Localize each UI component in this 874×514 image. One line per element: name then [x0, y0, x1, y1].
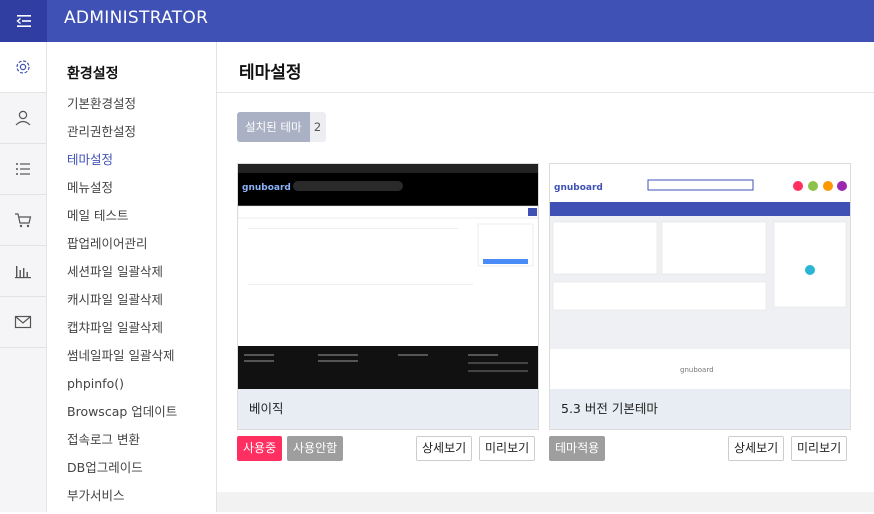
installed-count: 2 — [309, 112, 326, 142]
submenu-item-auth[interactable]: 관리권한설정 — [67, 122, 177, 150]
submenu-item-menu[interactable]: 메뉴설정 — [67, 178, 177, 206]
installed-label: 설치된 테마 — [237, 112, 310, 142]
submenu-item-db-upgrade[interactable]: DB업그레이드 — [67, 458, 177, 486]
footer-strip — [217, 492, 874, 512]
theme-card-basic: gnuboard 베이직 — [237, 163, 539, 430]
menu-toggle-button[interactable] — [0, 0, 47, 42]
nav-members[interactable] — [0, 93, 46, 144]
submenu-item-cache-delete[interactable]: 캐시파일 일괄삭제 — [67, 290, 177, 318]
submenu-title: 환경설정 — [67, 66, 119, 82]
disable-theme-button[interactable]: 사용안함 — [287, 436, 344, 461]
list-icon — [16, 163, 30, 175]
theme-name: 베이직 — [238, 389, 538, 429]
mail-icon — [14, 315, 32, 329]
submenu-item-log-convert[interactable]: 접속로그 변환 — [67, 430, 177, 458]
installed-theme-badge: 설치된 테마 2 — [237, 112, 326, 142]
in-use-button[interactable]: 사용중 — [237, 436, 283, 461]
preview-button[interactable]: 미리보기 — [479, 436, 536, 461]
nav-settings[interactable] — [0, 42, 46, 93]
theme-thumbnail[interactable]: gnuboard — [238, 164, 538, 389]
settings-submenu: 환경설정 기본환경설정 관리권한설정 테마설정 메뉴설정 메일 테스트 팝업레이… — [47, 42, 217, 512]
title-divider — [217, 92, 874, 93]
detail-button[interactable]: 상세보기 — [416, 436, 473, 461]
theme-name: 5.3 버전 기본테마 — [550, 389, 850, 429]
detail-button[interactable]: 상세보기 — [728, 436, 785, 461]
submenu-item-theme[interactable]: 테마설정 — [67, 150, 177, 178]
submenu-item-browscap[interactable]: Browscap 업데이트 — [67, 402, 177, 430]
apply-theme-button[interactable]: 테마적용 — [549, 436, 606, 461]
theme-preview-image: gnuboard — [238, 164, 538, 389]
submenu-item-popup[interactable]: 팝업레이어관리 — [67, 234, 177, 262]
cart-icon — [15, 213, 32, 228]
submenu-item-basic[interactable]: 기본환경설정 — [67, 94, 177, 122]
preview-button[interactable]: 미리보기 — [791, 436, 848, 461]
page-title: 테마설정 — [239, 63, 302, 83]
submenu-list: 기본환경설정 관리권한설정 테마설정 메뉴설정 메일 테스트 팝업레이어관리 세… — [67, 94, 177, 514]
icon-sidebar — [0, 42, 47, 512]
thumb-logo: gnuboard — [242, 183, 291, 193]
submenu-item-captcha-delete[interactable]: 캡챠파일 일괄삭제 — [67, 318, 177, 346]
main-content: 테마설정 설치된 테마 2 gnuboard 베이직 사용중 사용안함 상세보기… — [217, 42, 874, 512]
thumb-logo: gnuboard — [554, 183, 603, 193]
menu-collapse-icon — [15, 15, 31, 27]
submenu-item-session-delete[interactable]: 세션파일 일괄삭제 — [67, 262, 177, 290]
thumb-footer-logo: gnuboard — [680, 366, 714, 374]
admin-title: ADMINISTRATOR — [64, 8, 209, 28]
theme-thumbnail[interactable]: gnuboard gnuboard — [550, 164, 850, 389]
submenu-item-phpinfo[interactable]: phpinfo() — [67, 374, 177, 402]
submenu-item-thumbnail-delete[interactable]: 썸네일파일 일괄삭제 — [67, 346, 177, 374]
gear-icon — [16, 60, 30, 74]
theme-card-53: gnuboard gnuboard 5.3 버전 기본테마 — [549, 163, 851, 430]
bar-chart-icon — [15, 266, 31, 279]
nav-shop[interactable] — [0, 195, 46, 246]
submenu-item-mail-test[interactable]: 메일 테스트 — [67, 206, 177, 234]
top-bar: ADMINISTRATOR — [0, 0, 874, 42]
nav-board[interactable] — [0, 144, 46, 195]
nav-mail[interactable] — [0, 297, 46, 348]
theme-preview-image: gnuboard gnuboard — [550, 164, 850, 389]
submenu-item-addon[interactable]: 부가서비스 — [67, 486, 177, 514]
user-icon — [15, 110, 31, 126]
nav-stats[interactable] — [0, 246, 46, 297]
